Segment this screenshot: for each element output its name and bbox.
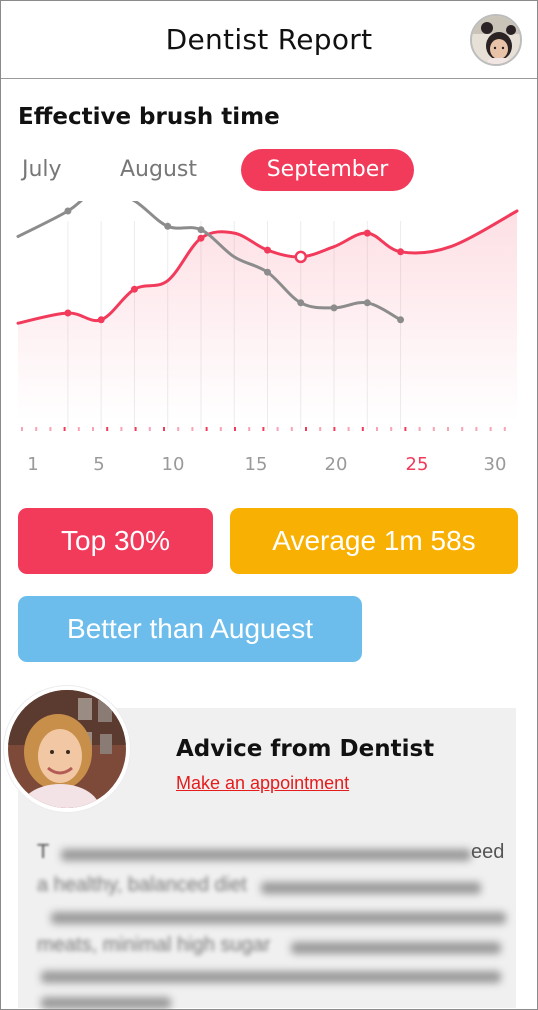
chart-tick-mark — [248, 427, 251, 431]
user-avatar[interactable] — [470, 14, 522, 66]
chart-tick-mark — [77, 427, 80, 431]
chart-tick-mark — [305, 427, 307, 431]
chart-tick-mark — [177, 427, 180, 431]
chart-tick-mark — [35, 427, 38, 431]
dentist-photo-icon — [8, 690, 126, 808]
page-title: Dentist Report — [165, 23, 373, 56]
advice-text-end: eed — [471, 841, 505, 863]
header-bar: Dentist Report — [1, 1, 537, 79]
blur-line — [291, 942, 501, 954]
chart-tick-mark — [333, 427, 336, 431]
chart-point — [97, 316, 105, 324]
chart-point — [397, 248, 405, 256]
chart-point — [330, 304, 338, 312]
chart-tick-mark — [63, 427, 66, 431]
app-screen: Dentist Report Effective brush time July… — [0, 0, 538, 1010]
advice-title: Advice from Dentist — [176, 736, 435, 762]
chart-point — [64, 309, 72, 317]
chart-tick-mark — [447, 427, 449, 431]
chart-point — [294, 250, 308, 264]
top-percent-button[interactable]: Top 30% — [18, 508, 213, 574]
chart-tick-mark — [219, 427, 222, 431]
x-tick-label: 10 — [162, 454, 185, 475]
chart-tick-mark — [489, 427, 492, 431]
advice-text-line4: meats, minimal high sugar — [37, 934, 271, 956]
average-time-button[interactable]: Average 1m 58s — [230, 508, 518, 574]
better-than-august-button[interactable]: Better than Auguest — [18, 596, 362, 662]
chart-tick-mark — [503, 427, 506, 431]
brush-time-chart: 1 5 10 15 20 25 30 — [1, 183, 537, 491]
chart-tick-mark — [49, 427, 52, 431]
chart-point — [164, 222, 172, 230]
tab-september[interactable]: September — [241, 149, 414, 191]
chart-tick-mark — [21, 427, 23, 431]
chart-point — [264, 268, 271, 276]
x-tick-label: 25 — [406, 454, 429, 475]
chart-tick-mark — [376, 427, 378, 431]
chart-tick-mark — [120, 427, 123, 431]
blur-line — [61, 849, 471, 861]
chart-tick-mark — [191, 427, 194, 431]
blur-line — [261, 882, 481, 894]
chart-tick-mark — [148, 427, 151, 431]
make-appointment-link[interactable]: Make an appointment — [176, 773, 349, 794]
chart-point — [264, 246, 271, 254]
x-tick-label: 5 — [93, 454, 104, 475]
chart-point — [197, 234, 205, 242]
chart-tick-mark — [404, 427, 407, 431]
chart-point — [363, 229, 371, 237]
tab-august[interactable]: August — [120, 149, 197, 191]
x-tick-label: 1 — [27, 454, 38, 475]
x-tick-label: 30 — [484, 454, 507, 475]
chart-tick-mark — [276, 427, 279, 431]
chart-point — [363, 299, 371, 307]
chart-tick-mark — [361, 427, 364, 431]
chart-point — [197, 226, 205, 234]
blur-line — [51, 912, 506, 924]
chart-point — [130, 285, 138, 293]
chart-tick-mark — [92, 427, 94, 431]
chart-tick-mark — [134, 427, 137, 431]
x-tick-label: 15 — [245, 454, 268, 475]
section-title: Effective brush time — [18, 104, 280, 130]
tab-july[interactable]: July — [22, 149, 62, 191]
chart-tick-mark — [461, 427, 464, 431]
chart-tick-mark — [205, 427, 208, 431]
chart-tick-mark — [418, 427, 421, 431]
advice-text-start: T — [37, 841, 50, 863]
line-chart-svg: 1 5 10 15 20 25 30 — [16, 183, 519, 475]
child-photo-icon — [472, 16, 520, 64]
blur-line — [41, 997, 171, 1009]
x-tick-label: 20 — [325, 454, 348, 475]
chart-point — [297, 299, 305, 307]
blur-line — [41, 971, 501, 983]
chart-point — [64, 207, 72, 215]
chart-point — [397, 316, 405, 324]
month-tabs: July August September — [1, 149, 537, 193]
chart-tick-mark — [390, 427, 393, 431]
advice-text-line2: a healthy, balanced diet — [37, 874, 247, 896]
chart-tick-mark — [262, 427, 265, 431]
chart-tick-mark — [475, 427, 478, 431]
chart-tick-mark — [290, 427, 293, 431]
chart-tick-mark — [319, 427, 322, 431]
chart-tick-mark — [347, 427, 350, 431]
dentist-avatar — [4, 686, 130, 812]
chart-tick-mark — [234, 427, 236, 431]
chart-tick-mark — [163, 427, 165, 431]
chart-tick-mark — [432, 427, 435, 431]
chart-tick-mark — [106, 427, 109, 431]
